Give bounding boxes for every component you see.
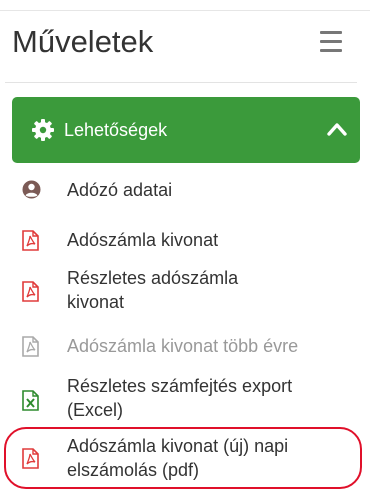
pdf-file-icon	[22, 336, 39, 357]
menu-item-label: Adószámla kivonat több évre	[67, 336, 299, 356]
menu-item-label-line1: Adószámla kivonat (új) napi	[67, 436, 289, 456]
hamburger-icon[interactable]	[318, 26, 344, 58]
pdf-file-icon	[22, 230, 39, 251]
excel-file-icon	[22, 390, 39, 411]
menu-item-label-line1: Részletes adószámla	[67, 268, 239, 288]
menu-item-label-line2: (Excel)	[67, 400, 124, 420]
options-panel-label: Lehetőségek	[64, 120, 168, 140]
menu-item-detailed-account-statement[interactable]: Részletes adószámla kivonat	[12, 266, 360, 316]
menu-item-label-line2: kivonat	[67, 292, 125, 312]
divider	[5, 82, 357, 83]
options-panel-header[interactable]: Lehetőségek	[12, 97, 360, 163]
pdf-file-icon	[22, 281, 39, 302]
chevron-up-icon[interactable]	[326, 119, 348, 139]
user-circle-icon	[22, 180, 41, 199]
menu-item-detailed-export-excel[interactable]: Részletes számfejtés export (Excel)	[12, 374, 360, 424]
menu-item-label-line1: Részletes számfejtés export	[67, 376, 293, 396]
menu-item-label: Adószámla kivonat	[67, 230, 219, 250]
page-title: Műveletek	[12, 24, 154, 59]
menu-item-label: Adózó adatai	[67, 180, 173, 200]
gear-icon	[32, 119, 54, 141]
menu-item-multi-year-statement: Adószámla kivonat több évre	[12, 334, 360, 360]
menu-item-new-daily-statement-pdf[interactable]: Adószámla kivonat (új) napi elszámolás (…	[12, 434, 360, 484]
top-border	[0, 10, 370, 11]
menu-item-taxpayer-data[interactable]: Adózó adatai	[12, 178, 360, 204]
pdf-file-icon	[22, 448, 39, 469]
menu-item-account-statement[interactable]: Adószámla kivonat	[12, 228, 360, 254]
menu-item-label-line2: elszámolás (pdf)	[67, 460, 200, 480]
